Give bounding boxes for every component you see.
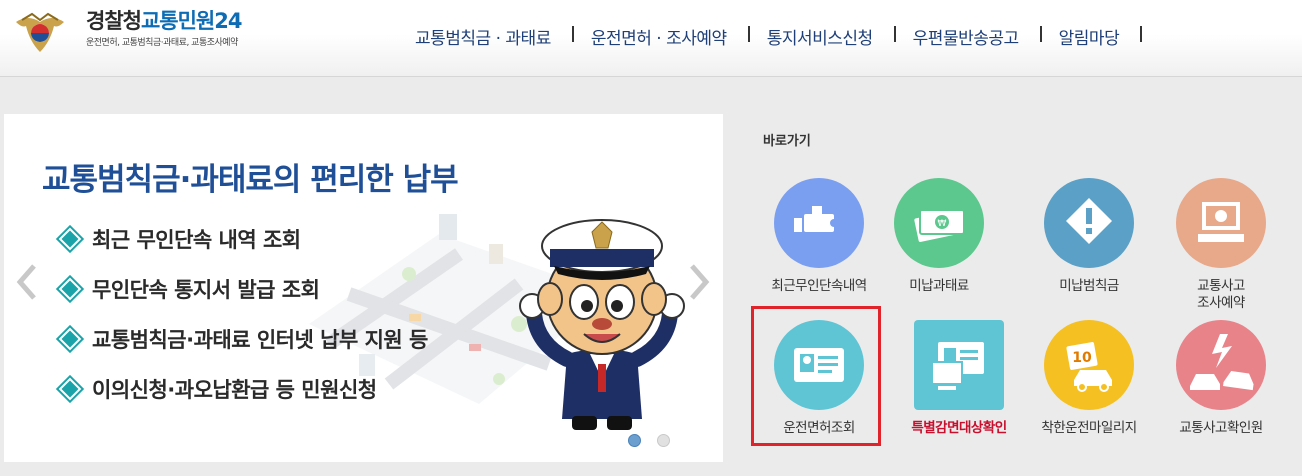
diamond-bullet-icon: [58, 227, 82, 251]
banner-title: 교통범칙금·과태료의 편리한 납부: [42, 162, 459, 198]
feature-text: 최근 무인단속 내역 조회: [92, 228, 301, 252]
quick-link-label: 교통사고 조사예약: [1197, 278, 1245, 311]
police-mascot-illustration: [519, 219, 685, 430]
nav-item-notification-service[interactable]: 통지서비스신청: [750, 24, 896, 49]
site-header: 경찰청교통민원24 운전면허, 교통범칙금·과태료, 교통조사예약 교통범칙금 …: [0, 0, 1302, 77]
diamond-bullet-icon: [58, 327, 82, 351]
main-nav: 교통범칙금 · 과태료 운전면허 · 조사예약 통지서비스신청 우편물반송공고 …: [398, 24, 1142, 49]
brand-org-name: 경찰청: [86, 9, 142, 33]
feature-item: 이의신청·과오납환급 등 민원신청: [58, 364, 428, 414]
diamond-bullet-icon: [58, 377, 82, 401]
quick-link-accident-booking[interactable]: 교통사고 조사예약: [1156, 178, 1286, 312]
diamond-bullet-icon: [58, 277, 82, 301]
highlight-box: [751, 306, 881, 446]
money-bills-icon: ₩: [894, 178, 984, 268]
quick-link-unpaid-fines[interactable]: ₩ 미납과태료: [874, 178, 1004, 295]
brand-service-name: 교통민원24: [140, 9, 243, 33]
quick-link-good-driving-mileage[interactable]: 10 착한운전마일리지: [1024, 320, 1154, 437]
promo-banner: 교통범칙금·과태료의 편리한 납부 최근 무인단속 내역 조회 무인단속 통지서…: [4, 114, 723, 462]
nav-item-returned-mail[interactable]: 우편물반송공고: [896, 24, 1042, 49]
feature-list: 최근 무인단속 내역 조회 무인단속 통지서 발급 조회 교통범칙금·과태료 인…: [58, 214, 428, 414]
next-slide-arrow-icon[interactable]: [686, 262, 712, 302]
quick-link-accident-certificate[interactable]: 교통사고확인원: [1156, 320, 1286, 437]
feature-text: 이의신청·과오납환급 등 민원신청: [92, 378, 377, 402]
nav-item-notices[interactable]: 알림마당: [1042, 24, 1143, 49]
quick-link-recent-enforcement[interactable]: 최근무인단속내역: [754, 178, 884, 295]
car-crash-icon: [1176, 320, 1266, 410]
mileage-car-icon: 10: [1044, 320, 1134, 410]
computer-monitor-icon: [1176, 178, 1266, 268]
nav-item-fines[interactable]: 교통범칙금 · 과태료: [398, 24, 574, 49]
police-emblem-logo[interactable]: [14, 8, 66, 56]
nav-item-license-booking[interactable]: 운전면허 · 조사예약: [574, 24, 750, 49]
svg-text:10: 10: [1072, 350, 1092, 366]
feature-item: 교통범칙금·과태료 인터넷 납부 지원 등: [58, 314, 428, 364]
prev-slide-arrow-icon[interactable]: [14, 262, 40, 302]
slide-dot-1[interactable]: [628, 434, 641, 447]
quick-link-special-reduction[interactable]: 특별감면대상확인: [894, 320, 1024, 437]
brand-logo[interactable]: 경찰청교통민원24 운전면허, 교통범칙금·과태료, 교통조사예약: [86, 8, 243, 48]
slide-pagination: [628, 434, 670, 447]
quick-links-title: 바로가기: [763, 134, 811, 149]
quick-link-label: 미납범칙금: [1059, 278, 1119, 294]
license-monitor-icon: [914, 320, 1004, 410]
quick-link-label: 최근무인단속내역: [771, 278, 867, 294]
slide-dot-2[interactable]: [657, 434, 670, 447]
warning-diamond-icon: [1044, 178, 1134, 268]
feature-text: 무인단속 통지서 발급 조회: [92, 278, 320, 302]
brand-subtitle: 운전면허, 교통범칙금·과태료, 교통조사예약: [86, 38, 238, 48]
cctv-camera-icon: [774, 178, 864, 268]
quick-link-label: 착한운전마일리지: [1041, 420, 1137, 436]
quick-link-unpaid-penalties[interactable]: 미납범칙금: [1024, 178, 1154, 295]
quick-link-label: 교통사고확인원: [1179, 420, 1263, 436]
feature-item: 무인단속 통지서 발급 조회: [58, 264, 428, 314]
feature-text: 교통범칙금·과태료 인터넷 납부 지원 등: [92, 328, 428, 352]
feature-item: 최근 무인단속 내역 조회: [58, 214, 428, 264]
quick-link-label: 특별감면대상확인: [911, 420, 1007, 436]
quick-link-label: 미납과태료: [909, 278, 969, 294]
svg-text:₩: ₩: [938, 219, 947, 229]
